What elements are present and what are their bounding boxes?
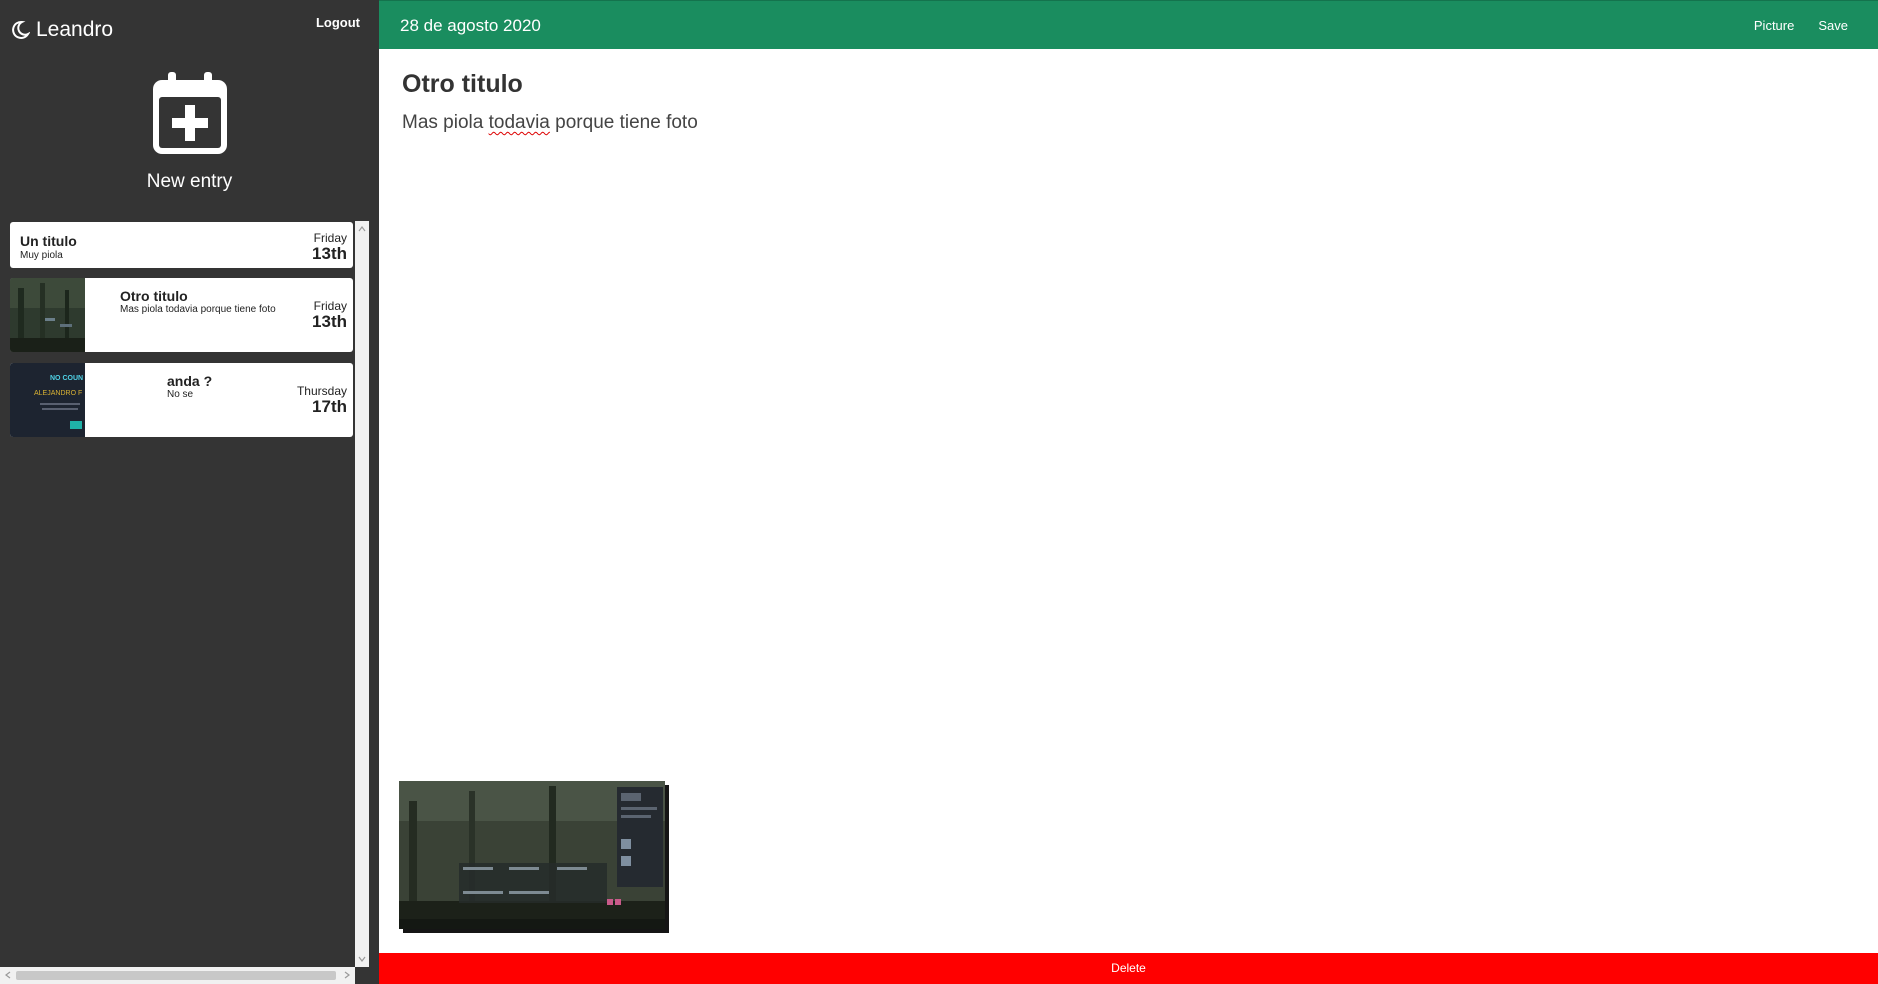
header-actions: Picture Save bbox=[1754, 18, 1848, 33]
picture-image bbox=[399, 781, 665, 929]
entry-thumbnail bbox=[10, 278, 85, 352]
delete-button[interactable]: Delete bbox=[379, 953, 1878, 984]
entry-day: 17th bbox=[312, 397, 347, 416]
thumbnail-text: NO COUN bbox=[50, 375, 84, 382]
chevron-up-icon[interactable] bbox=[358, 225, 366, 233]
calendar-plus-icon bbox=[152, 72, 227, 154]
save-button[interactable]: Save bbox=[1818, 18, 1848, 33]
entry-list: Un titulo Muy piola Friday 13th Otro tit… bbox=[10, 220, 353, 966]
entry-description: Muy piola bbox=[20, 250, 63, 261]
moon-icon bbox=[12, 20, 30, 39]
brand: Leandro bbox=[10, 18, 113, 42]
logout-link[interactable]: Logout bbox=[316, 15, 360, 30]
entry-card[interactable]: Otro titulo Mas piola todavia porque tie… bbox=[10, 278, 353, 352]
scrollbar-thumb[interactable] bbox=[16, 971, 336, 980]
entry-body-text: Mas piola bbox=[402, 112, 489, 133]
entry-day: 13th bbox=[312, 244, 347, 263]
entry-description: No se bbox=[167, 389, 194, 400]
entry-body-text: porque tiene foto bbox=[549, 112, 698, 133]
chevron-right-icon[interactable] bbox=[343, 971, 351, 979]
entry-date: 28 de agosto 2020 bbox=[400, 16, 541, 35]
entry-weekday: Friday bbox=[313, 231, 347, 245]
chevron-down-icon[interactable] bbox=[358, 955, 366, 963]
sidebar-horizontal-scrollbar[interactable] bbox=[0, 967, 355, 984]
entry-title: Otro titulo bbox=[120, 288, 188, 304]
new-entry-label: New entry bbox=[146, 171, 233, 192]
entry-thumbnail: NO COUN ALEJANDRO F bbox=[10, 363, 85, 437]
sidebar: Leandro Logout New entry Un titulo Muy p… bbox=[0, 0, 379, 984]
new-entry-button[interactable]: New entry bbox=[0, 72, 379, 193]
chevron-left-icon[interactable] bbox=[4, 971, 12, 979]
thumbnail-text: ALEJANDRO F bbox=[34, 390, 83, 397]
header-bar: 28 de agosto 2020 Picture Save bbox=[379, 0, 1878, 49]
entry-body-field[interactable]: Mas piola todavia porque tiene foto bbox=[402, 112, 698, 134]
entry-picture[interactable] bbox=[399, 781, 669, 933]
misspelled-word: todavia bbox=[488, 112, 550, 133]
entry-title: Un titulo bbox=[20, 233, 77, 249]
entry-title: anda ? bbox=[167, 373, 213, 389]
entry-title-field[interactable]: Otro titulo bbox=[402, 70, 523, 99]
entry-card[interactable]: NO COUN ALEJANDRO F anda ? No se Thursda… bbox=[10, 363, 353, 437]
brand-name: Leandro bbox=[36, 18, 114, 41]
entry-card[interactable]: Un titulo Muy piola Friday 13th bbox=[10, 222, 353, 268]
entry-weekday: Friday bbox=[313, 299, 347, 313]
entry-day: 13th bbox=[312, 312, 347, 331]
entry-list-vertical-scrollbar[interactable] bbox=[355, 221, 369, 967]
entry-description: Mas piola todavia porque tiene foto bbox=[120, 304, 276, 315]
picture-button[interactable]: Picture bbox=[1754, 18, 1794, 33]
entry-weekday: Thursday bbox=[296, 384, 347, 398]
